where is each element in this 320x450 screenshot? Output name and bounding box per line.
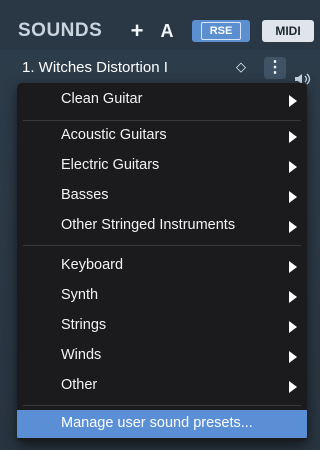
menu-item-label: Basses [61, 187, 109, 203]
preset-name: 1. Witches Distortion I [22, 59, 168, 76]
menu-item-label: Strings [61, 317, 107, 333]
menu-divider [23, 120, 301, 121]
menu-item-clean-guitar[interactable]: Clean Guitar [17, 86, 307, 114]
sound-category-menu: Clean Guitar Acoustic Guitars Electric G… [17, 83, 307, 441]
submenu-arrow-icon [289, 291, 297, 303]
submenu-arrow-icon [289, 161, 297, 173]
menu-item-manage-presets[interactable]: Manage user sound presets... [17, 410, 307, 438]
sounds-header: SOUNDS + A RSE MIDI [0, 0, 320, 50]
preset-stepper-icon[interactable]: ◇ [232, 59, 250, 77]
submenu-arrow-icon [289, 131, 297, 143]
submenu-arrow-icon [289, 191, 297, 203]
menu-item-label: Clean Guitar [61, 91, 143, 107]
menu-item-label: Manage user sound presets... [61, 415, 253, 431]
menu-item-other-stringed-instruments[interactable]: Other Stringed Instruments [17, 212, 307, 240]
menu-item-label: Synth [61, 287, 99, 303]
menu-item-strings[interactable]: Strings [17, 312, 307, 340]
menu-item-label: Other [61, 377, 98, 393]
add-sound-button[interactable]: + [126, 18, 148, 43]
menu-divider [23, 405, 301, 406]
preset-more-button[interactable]: ⋮ [264, 57, 286, 79]
menu-item-label: Other Stringed Instruments [61, 217, 236, 233]
menu-item-label: Acoustic Guitars [61, 127, 167, 143]
menu-item-keyboard[interactable]: Keyboard [17, 252, 307, 280]
rse-button[interactable]: RSE [192, 20, 250, 42]
submenu-arrow-icon [289, 261, 297, 273]
submenu-arrow-icon [289, 351, 297, 363]
rse-button-label: RSE [200, 22, 242, 40]
menu-item-winds[interactable]: Winds [17, 342, 307, 370]
sounds-title: SOUNDS [18, 20, 103, 41]
menu-item-synth[interactable]: Synth [17, 282, 307, 310]
submenu-arrow-icon [289, 381, 297, 393]
submenu-arrow-icon [289, 221, 297, 233]
menu-item-electric-guitars[interactable]: Electric Guitars [17, 152, 307, 180]
midi-button[interactable]: MIDI [262, 20, 314, 42]
menu-item-basses[interactable]: Basses [17, 182, 307, 210]
preset-selector[interactable]: 1. Witches Distortion I ◇ ⋮ [12, 56, 308, 80]
menu-item-other[interactable]: Other [17, 372, 307, 400]
menu-item-acoustic-guitars[interactable]: Acoustic Guitars [17, 122, 307, 150]
menu-item-label: Electric Guitars [61, 157, 160, 173]
submenu-arrow-icon [289, 321, 297, 333]
menu-divider [23, 245, 301, 246]
automation-button[interactable]: A [158, 20, 176, 42]
menu-item-label: Keyboard [61, 257, 124, 273]
menu-item-label: Winds [61, 347, 102, 363]
submenu-arrow-icon [289, 95, 297, 107]
